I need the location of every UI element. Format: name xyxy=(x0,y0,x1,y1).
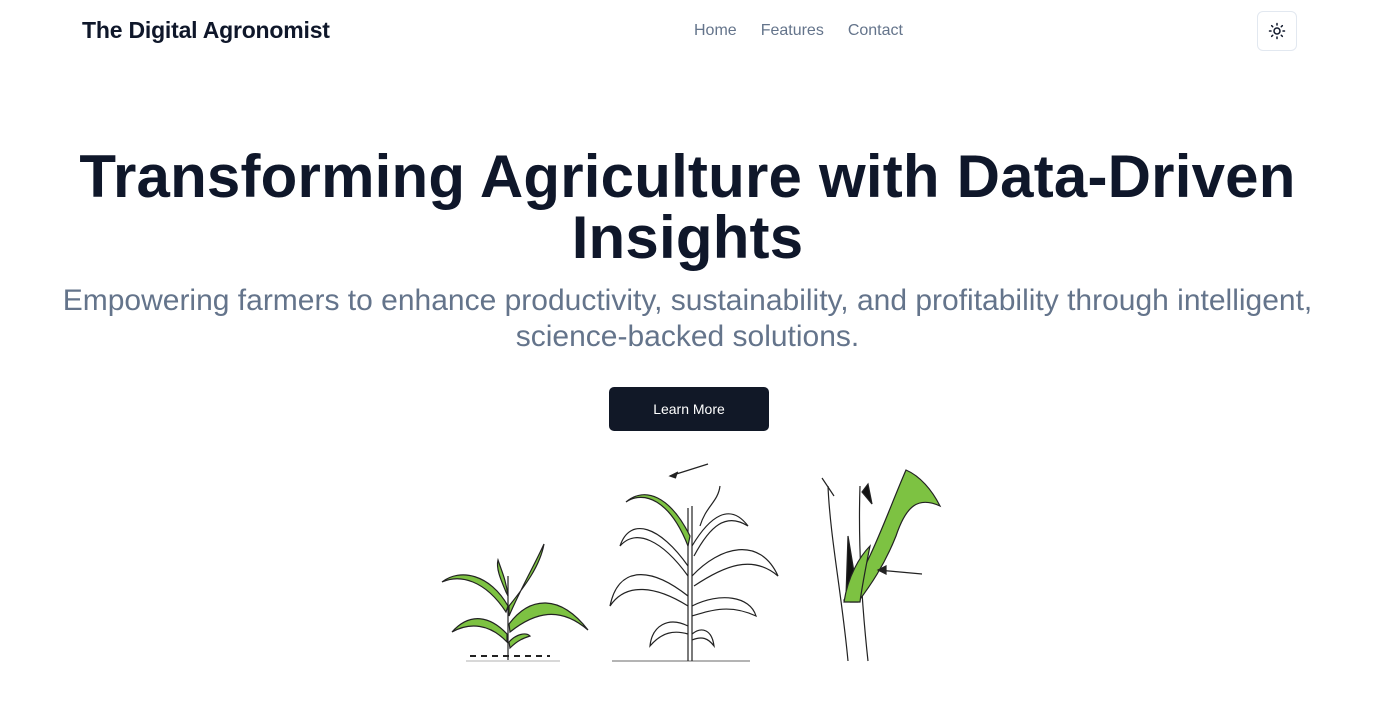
sun-icon xyxy=(1268,22,1286,40)
stalk-closeup xyxy=(821,469,942,662)
nav-link-contact[interactable]: Contact xyxy=(848,21,903,41)
mature-plant xyxy=(609,463,779,662)
main-nav: Home Features Contact xyxy=(694,21,903,41)
theme-toggle-button[interactable] xyxy=(1257,11,1297,51)
page: The Digital Agronomist Home Features Con… xyxy=(0,0,1375,718)
corn-growth-illustration xyxy=(441,463,942,662)
learn-more-button[interactable]: Learn More xyxy=(609,387,769,431)
seedling-plant xyxy=(441,543,589,662)
nav-link-home[interactable]: Home xyxy=(694,21,737,41)
brand-logo[interactable]: The Digital Agronomist xyxy=(82,17,330,44)
nav-link-features[interactable]: Features xyxy=(761,21,824,41)
hero-title: Transforming Agriculture with Data-Drive… xyxy=(79,143,1296,271)
site-header: The Digital Agronomist Home Features Con… xyxy=(0,0,1375,62)
hero-subtitle: Empowering farmers to enhance productivi… xyxy=(62,284,1313,353)
